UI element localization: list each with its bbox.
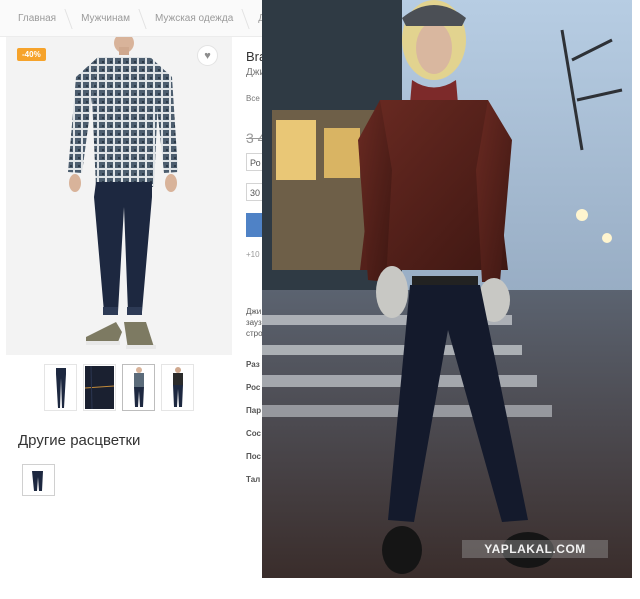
model-illustration bbox=[68, 37, 178, 349]
thumbnail-strip bbox=[44, 364, 194, 411]
description-line-1: Джи bbox=[246, 307, 262, 316]
back-thumb-icon bbox=[172, 366, 183, 407]
breadcrumb-jeans[interactable]: Дж bbox=[242, 13, 262, 24]
spec-label: Рос bbox=[246, 383, 261, 392]
bonus-points: +10 bbox=[246, 250, 260, 259]
jeans-swatch-icon bbox=[32, 471, 43, 491]
spec-label: Пос bbox=[246, 452, 261, 461]
thumbnail-1[interactable] bbox=[44, 364, 77, 411]
other-colors-title: Другие расцветки bbox=[18, 432, 141, 449]
spec-label: Сос bbox=[246, 429, 262, 438]
breadcrumb-men[interactable]: Мужчинам bbox=[65, 8, 147, 29]
favorite-heart-icon[interactable]: ♥ bbox=[197, 45, 218, 66]
breadcrumb-home[interactable]: Главная bbox=[0, 8, 73, 29]
watermark: YAPLAKAL.COM bbox=[462, 540, 608, 558]
discount-badge: -40% bbox=[17, 48, 46, 61]
product-image[interactable] bbox=[6, 37, 232, 355]
spec-label: Тал bbox=[246, 475, 261, 484]
description-line-2: зауз bbox=[246, 318, 262, 327]
thumbnail-2[interactable] bbox=[83, 364, 116, 411]
breadcrumb: Главная Мужчинам Мужская одежда Дж bbox=[0, 0, 262, 37]
spec-label: Раз bbox=[246, 360, 260, 369]
model-thumb-icon bbox=[133, 366, 144, 407]
jeans-thumb-icon bbox=[55, 367, 66, 408]
description-line-3: стро bbox=[246, 329, 263, 338]
thumbnail-4[interactable] bbox=[161, 364, 194, 411]
spec-label: Пар bbox=[246, 406, 262, 415]
color-swatch[interactable] bbox=[22, 464, 55, 496]
street-photo-illustration bbox=[262, 0, 632, 578]
all-products-link[interactable]: Все bbox=[246, 94, 260, 103]
thumbnail-3[interactable] bbox=[122, 364, 155, 411]
fabric-thumb-icon bbox=[85, 366, 114, 409]
breadcrumb-mens-clothing[interactable]: Мужская одежда bbox=[139, 8, 250, 29]
street-photo bbox=[262, 0, 632, 578]
